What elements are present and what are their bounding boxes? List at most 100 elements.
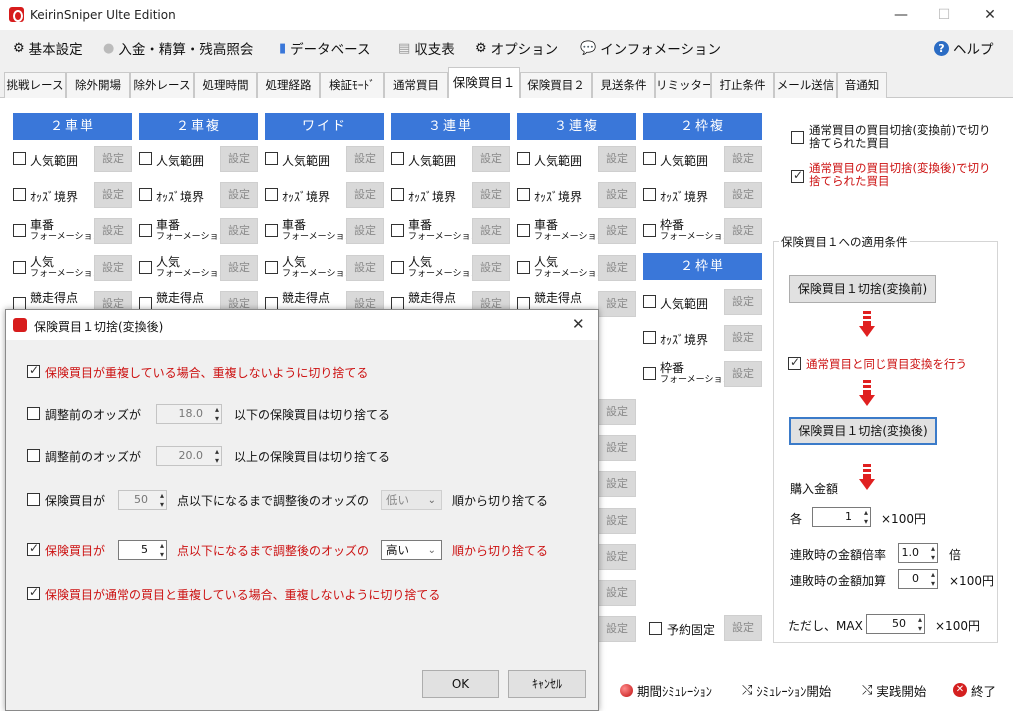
set-button[interactable]: 設定 [724, 325, 762, 351]
set-button[interactable]: 設定 [346, 182, 384, 208]
option-checkbox[interactable] [13, 152, 26, 168]
live-start-button[interactable]: ⤭ 実践開始 [862, 681, 926, 699]
odds-below-spinner[interactable]: 18.0 [156, 404, 222, 424]
set-button[interactable]: 設定 [598, 580, 636, 606]
set-button[interactable]: 設定 [724, 615, 762, 641]
tab-challenge-race[interactable]: 挑戦レース [4, 72, 66, 98]
set-button[interactable]: 設定 [724, 289, 762, 315]
set-button[interactable]: 設定 [598, 544, 636, 570]
set-button[interactable]: 設定 [724, 146, 762, 172]
order-low-select[interactable]: 低い ⌄ [381, 490, 442, 510]
tab-limiter[interactable]: リミッター [655, 72, 711, 98]
exit-button[interactable]: ✕ 終了 [953, 681, 996, 699]
set-button[interactable]: 設定 [220, 218, 258, 244]
option-checkbox[interactable] [643, 188, 656, 204]
minimize-button[interactable]: — [878, 0, 924, 30]
option-checkbox[interactable] [139, 188, 152, 204]
set-button[interactable]: 設定 [220, 182, 258, 208]
option-checkbox[interactable] [643, 331, 656, 347]
order-high-select[interactable]: 高い ⌄ [381, 540, 442, 560]
close-button[interactable]: ✕ [967, 0, 1013, 30]
loss-add-spinner[interactable]: 0 [898, 569, 938, 589]
tab-insurance-bets-2[interactable]: 保険買目２ [520, 72, 592, 98]
count-high-spinner[interactable]: 5 [118, 540, 167, 560]
each-amount-spinner[interactable]: 1 [812, 507, 871, 527]
set-button[interactable]: 設定 [220, 146, 258, 172]
menu-help[interactable]: ? ヘルプ [934, 38, 994, 58]
odds-above-spinner[interactable]: 20.0 [156, 446, 222, 466]
tab-skip-conditions[interactable]: 見送条件 [592, 72, 655, 98]
option-checkbox[interactable] [265, 188, 278, 204]
set-button[interactable]: 設定 [598, 146, 636, 172]
option-checkbox[interactable] [391, 224, 404, 240]
dedupe-insurance-checkbox[interactable] [27, 363, 40, 381]
option-checkbox[interactable] [391, 261, 404, 277]
set-button[interactable]: 設定 [598, 435, 636, 461]
menu-database[interactable]: ▮ データベース [279, 38, 370, 59]
menu-deposit[interactable]: ● 入金・精算・残高照会 [103, 38, 253, 59]
count-low-spinner[interactable]: 50 [118, 490, 167, 510]
set-button[interactable]: 設定 [598, 182, 636, 208]
set-button[interactable]: 設定 [94, 182, 132, 208]
option-checkbox[interactable] [13, 224, 26, 240]
option-checkbox[interactable] [265, 261, 278, 277]
option-checkbox[interactable] [265, 224, 278, 240]
option-checkbox[interactable] [13, 188, 26, 204]
option-checkbox[interactable] [643, 224, 656, 240]
tab-sound-notify[interactable]: 音通知 [837, 72, 887, 98]
odds-below-checkbox[interactable] [27, 407, 40, 423]
menu-basic-settings[interactable]: ⚙ 基本設定 [13, 38, 83, 59]
set-button[interactable]: 設定 [598, 508, 636, 534]
option-checkbox[interactable] [517, 261, 530, 277]
menu-options[interactable]: ⚙ オプション [475, 38, 558, 59]
tab-exclude-race[interactable]: 除外レース [130, 72, 194, 98]
tab-insurance-bets-1[interactable]: 保険買目１ [448, 67, 520, 99]
cancel-button[interactable]: ｷｬﾝｾﾙ [508, 670, 586, 698]
set-button[interactable]: 設定 [598, 291, 636, 317]
option-checkbox[interactable] [139, 224, 152, 240]
menu-information[interactable]: 💬 インフォメーション [580, 38, 721, 59]
set-button[interactable]: 設定 [472, 182, 510, 208]
set-button[interactable]: 設定 [346, 146, 384, 172]
set-button[interactable]: 設定 [94, 218, 132, 244]
option-checkbox[interactable] [265, 152, 278, 168]
option-checkbox[interactable] [391, 188, 404, 204]
set-button[interactable]: 設定 [346, 255, 384, 281]
option-checkbox[interactable] [517, 152, 530, 168]
option-checkbox[interactable] [13, 261, 26, 277]
set-button[interactable]: 設定 [598, 218, 636, 244]
period-simulation-button[interactable]: 期間ｼﾐｭﾚｰｼｮﾝ [620, 681, 712, 699]
set-button[interactable]: 設定 [598, 471, 636, 497]
count-high-checkbox[interactable] [27, 541, 40, 559]
set-button[interactable]: 設定 [94, 146, 132, 172]
insurance-cut-before-button[interactable]: 保険買目１切捨(変換前) [789, 275, 936, 303]
tab-process-route[interactable]: 処理経路 [257, 72, 320, 98]
tab-process-time[interactable]: 処理時間 [194, 72, 257, 98]
set-button[interactable]: 設定 [94, 255, 132, 281]
cut-after-checkbox[interactable] [791, 168, 804, 186]
max-spinner[interactable]: 50 [866, 614, 925, 634]
option-checkbox[interactable] [643, 152, 656, 168]
option-checkbox[interactable] [391, 152, 404, 168]
odds-above-checkbox[interactable] [27, 449, 40, 465]
option-checkbox[interactable] [139, 152, 152, 168]
option-checkbox[interactable] [643, 295, 656, 311]
set-button[interactable]: 設定 [598, 399, 636, 425]
menu-balance[interactable]: ▤ 収支表 [398, 38, 455, 59]
set-button[interactable]: 設定 [598, 616, 636, 642]
dialog-close-icon[interactable]: ✕ [572, 315, 585, 333]
set-button[interactable]: 設定 [472, 146, 510, 172]
option-checkbox[interactable] [139, 261, 152, 277]
ok-button[interactable]: OK [422, 670, 499, 698]
option-checkbox[interactable] [517, 224, 530, 240]
set-button[interactable]: 設定 [724, 182, 762, 208]
tab-normal-bets[interactable]: 通常買目 [384, 72, 448, 98]
tab-stop-conditions[interactable]: 打止条件 [711, 72, 774, 98]
same-conversion-checkbox[interactable] [788, 355, 801, 373]
tab-send-mail[interactable]: メール送信 [774, 72, 837, 98]
tab-verify-mode[interactable]: 検証ﾓｰﾄﾞ [320, 72, 384, 98]
tab-exclude-venue[interactable]: 除外開場 [66, 72, 130, 98]
set-button[interactable]: 設定 [724, 361, 762, 387]
dedupe-normal-checkbox[interactable] [27, 585, 40, 603]
reserve-fixed-checkbox[interactable] [649, 622, 662, 638]
